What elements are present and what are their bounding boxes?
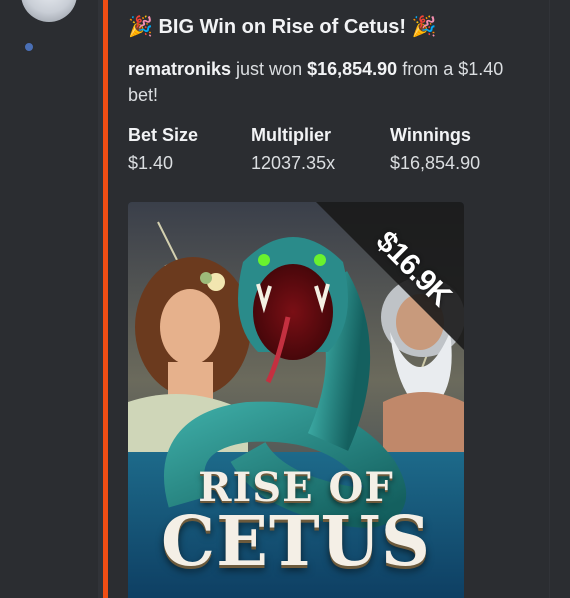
field-name: Multiplier: [251, 125, 331, 145]
field-winnings: Winnings $16,854.90: [390, 122, 480, 176]
field-value: 12037.35x: [251, 153, 336, 173]
embed-description: rematroniks just won $16,854.90 from a $…: [128, 56, 523, 108]
username: rematroniks: [128, 59, 232, 79]
desc-text-1: just won: [231, 59, 308, 79]
message-gutter: [0, 0, 98, 598]
embed-title-text: BIG Win on Rise of Cetus!: [158, 16, 407, 38]
discord-chat-view: 🎉 BIG Win on Rise of Cetus! 🎉 rematronik…: [0, 0, 570, 598]
status-icon: [24, 42, 34, 52]
field-value: $1.40: [128, 153, 174, 173]
field-name: Winnings: [390, 125, 471, 145]
party-popper-icon: 🎉: [128, 16, 153, 38]
field-value: $16,854.90: [390, 153, 481, 173]
party-popper-icon: 🎉: [411, 16, 437, 38]
win-amount: $16,854.90: [307, 59, 398, 79]
field-bet-size: Bet Size $1.40: [128, 122, 198, 176]
scrollbar-track[interactable]: [550, 0, 570, 598]
embed-accent-bar: [103, 0, 108, 598]
field-multiplier: Multiplier 12037.35x: [251, 122, 335, 176]
win-embed: 🎉 BIG Win on Rise of Cetus! 🎉 rematronik…: [103, 0, 549, 598]
embed-title: 🎉 BIG Win on Rise of Cetus! 🎉: [128, 14, 538, 40]
avatar[interactable]: [21, 0, 77, 22]
field-name: Bet Size: [128, 125, 199, 145]
game-thumbnail[interactable]: $16.9K RISE OF CETUS: [128, 202, 464, 598]
game-logo-line2: CETUS: [161, 502, 431, 582]
